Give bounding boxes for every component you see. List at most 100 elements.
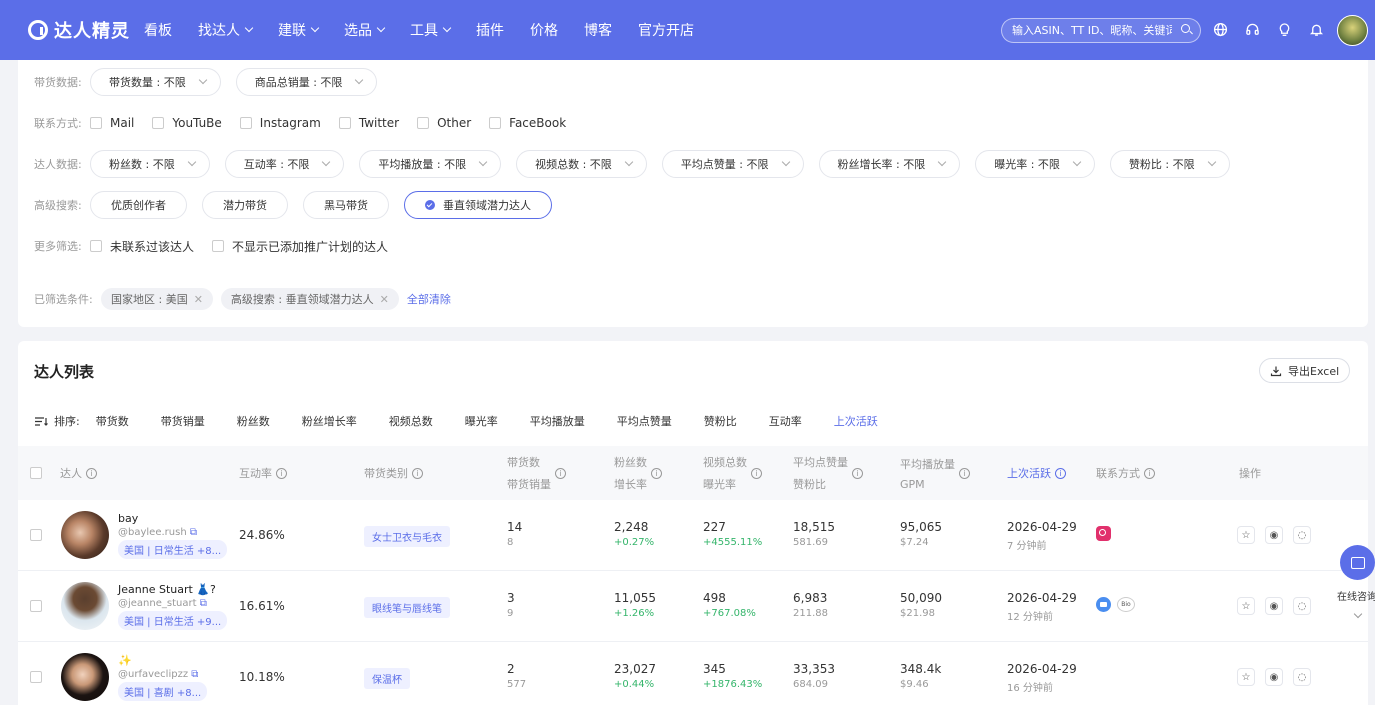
advanced-search-pill[interactable]: 潜力带货 <box>202 191 288 219</box>
info-icon[interactable]: i <box>1055 467 1066 479</box>
nav-item[interactable]: 插件 <box>476 20 504 40</box>
nav-item[interactable]: 工具 <box>410 20 452 40</box>
search-icon[interactable] <box>1181 24 1190 33</box>
creator-info[interactable]: bay @baylee.rush ⧉ 美国 | 日常生活 +8... <box>118 512 228 559</box>
info-icon[interactable]: i <box>1144 467 1155 479</box>
checkbox[interactable] <box>90 240 102 252</box>
contact-checkbox-item[interactable]: YouTuBe <box>152 116 222 130</box>
brand-logo[interactable]: 达人精灵 <box>28 15 130 45</box>
more-checkbox-item[interactable]: 不显示已添加推广计划的达人 <box>212 238 388 255</box>
checkbox[interactable] <box>152 117 165 129</box>
comment-icon[interactable]: ◌ <box>1293 526 1311 544</box>
checkbox[interactable] <box>90 117 102 129</box>
info-icon[interactable]: i <box>852 467 863 479</box>
creator-name[interactable]: ✨ <box>118 654 207 667</box>
info-icon[interactable]: i <box>412 467 423 479</box>
instagram-icon[interactable] <box>1096 526 1111 541</box>
close-icon[interactable]: ✕ <box>380 293 389 306</box>
contact-checkbox-item[interactable]: Instagram <box>239 116 321 130</box>
avatar[interactable] <box>61 653 109 701</box>
sort-option[interactable]: 粉丝增长率 <box>302 413 357 429</box>
creator-dropdown[interactable]: 粉丝数 : 不限 <box>90 150 210 178</box>
creator-dropdown[interactable]: 曝光率 : 不限 <box>975 150 1095 178</box>
nav-item[interactable]: 博客 <box>584 20 612 40</box>
creator-dropdown[interactable]: 视频总数 : 不限 <box>516 150 647 178</box>
avatar[interactable] <box>61 511 109 559</box>
creator-info[interactable]: Jeanne Stuart 👗? @jeanne_stuart ⧉ 美国 | 日常生… <box>118 583 228 630</box>
contact-checkbox-item[interactable]: Other <box>417 116 471 130</box>
nav-item[interactable]: 看板 <box>144 20 172 40</box>
sort-option[interactable]: 赞粉比 <box>704 413 737 429</box>
row-checkbox[interactable] <box>30 671 42 683</box>
creator-name[interactable]: bay <box>118 512 227 525</box>
star-icon[interactable]: ☆ <box>1237 526 1255 544</box>
nav-item[interactable]: 建联 <box>278 20 320 40</box>
contact-checkbox-item[interactable]: Mail <box>90 116 134 130</box>
advanced-search-pill[interactable]: 黑马带货 <box>303 191 389 219</box>
globe-icon[interactable] <box>1213 22 1228 37</box>
sort-option[interactable]: 带货数 <box>96 413 129 429</box>
info-icon[interactable]: i <box>959 467 970 479</box>
row-checkbox[interactable] <box>30 529 42 541</box>
nav-item[interactable]: 选品 <box>344 20 386 40</box>
nav-item[interactable]: 价格 <box>530 20 558 40</box>
avatar[interactable] <box>61 582 109 630</box>
checkbox[interactable] <box>417 117 430 129</box>
info-icon[interactable]: i <box>276 467 287 479</box>
eye-icon[interactable]: ◉ <box>1265 597 1283 615</box>
comment-icon[interactable]: ◌ <box>1293 597 1311 615</box>
creator-name[interactable]: Jeanne Stuart 👗? <box>118 583 227 596</box>
sort-option[interactable]: 平均播放量 <box>530 413 585 429</box>
select-all-checkbox[interactable] <box>30 467 42 479</box>
row-checkbox[interactable] <box>30 600 42 612</box>
header-select-all[interactable] <box>30 446 50 500</box>
creator-dropdown[interactable]: 平均播放量 : 不限 <box>359 150 502 178</box>
checkbox[interactable] <box>212 240 225 252</box>
advanced-search-pill[interactable]: 垂直领域潜力达人 <box>404 191 552 219</box>
info-icon[interactable]: i <box>86 467 97 479</box>
clear-all-link[interactable]: 全部清除 <box>407 291 451 307</box>
sales-dropdown[interactable]: 商品总销量 : 不限 <box>235 68 378 96</box>
sort-option[interactable]: 粉丝数 <box>237 413 270 429</box>
copy-icon[interactable]: ⧉ <box>188 669 198 680</box>
nav-item[interactable]: 找达人 <box>198 20 254 40</box>
eye-icon[interactable]: ◉ <box>1265 668 1283 686</box>
sort-option[interactable]: 带货销量 <box>161 413 205 429</box>
mail-icon[interactable] <box>1096 597 1111 612</box>
bio-badge[interactable]: Bio <box>1117 597 1135 612</box>
info-icon[interactable]: i <box>555 467 566 479</box>
checkbox[interactable] <box>239 117 252 129</box>
contact-checkbox-item[interactable]: Twitter <box>338 116 399 130</box>
comment-icon[interactable]: ◌ <box>1293 668 1311 686</box>
info-icon[interactable]: i <box>651 467 662 479</box>
sort-option[interactable]: 曝光率 <box>465 413 498 429</box>
export-excel-button[interactable]: 导出Excel <box>1259 358 1351 383</box>
category-tag[interactable]: 保温杯 <box>364 668 410 689</box>
eye-icon[interactable]: ◉ <box>1265 526 1283 544</box>
creator-dropdown[interactable]: 平均点赞量 : 不限 <box>661 150 804 178</box>
headset-icon[interactable] <box>1245 22 1260 37</box>
info-icon[interactable]: i <box>751 467 762 479</box>
advanced-search-pill[interactable]: 优质创作者 <box>90 191 187 219</box>
star-icon[interactable]: ☆ <box>1237 668 1255 686</box>
contact-checkbox-item[interactable]: FaceBook <box>489 116 566 130</box>
creator-dropdown[interactable]: 互动率 : 不限 <box>224 150 345 178</box>
copy-icon[interactable]: ⧉ <box>197 598 207 609</box>
header-active[interactable]: 上次活跃 i <box>1007 446 1066 500</box>
checkbox[interactable] <box>338 117 351 129</box>
star-icon[interactable]: ☆ <box>1237 597 1255 615</box>
lightbulb-icon[interactable] <box>1277 22 1292 37</box>
chevron-down-icon[interactable] <box>1353 606 1363 620</box>
sort-option[interactable]: 互动率 <box>769 413 802 429</box>
online-chat-button[interactable] <box>1340 545 1375 580</box>
sort-option[interactable]: 视频总数 <box>389 413 433 429</box>
category-tag[interactable]: 眼线笔与唇线笔 <box>364 597 450 618</box>
creator-info[interactable]: ✨ @urfaveclipzz ⧉ 美国 | 喜剧 +8... <box>118 654 208 701</box>
sales-dropdown[interactable]: 带货数量 : 不限 <box>90 68 221 96</box>
close-icon[interactable]: ✕ <box>194 293 203 306</box>
user-avatar[interactable] <box>1337 15 1368 46</box>
creator-dropdown[interactable]: 粉丝增长率 : 不限 <box>818 150 961 178</box>
bell-icon[interactable] <box>1309 22 1324 37</box>
more-checkbox-item[interactable]: 未联系过该达人 <box>90 238 194 255</box>
copy-icon[interactable]: ⧉ <box>187 527 197 538</box>
